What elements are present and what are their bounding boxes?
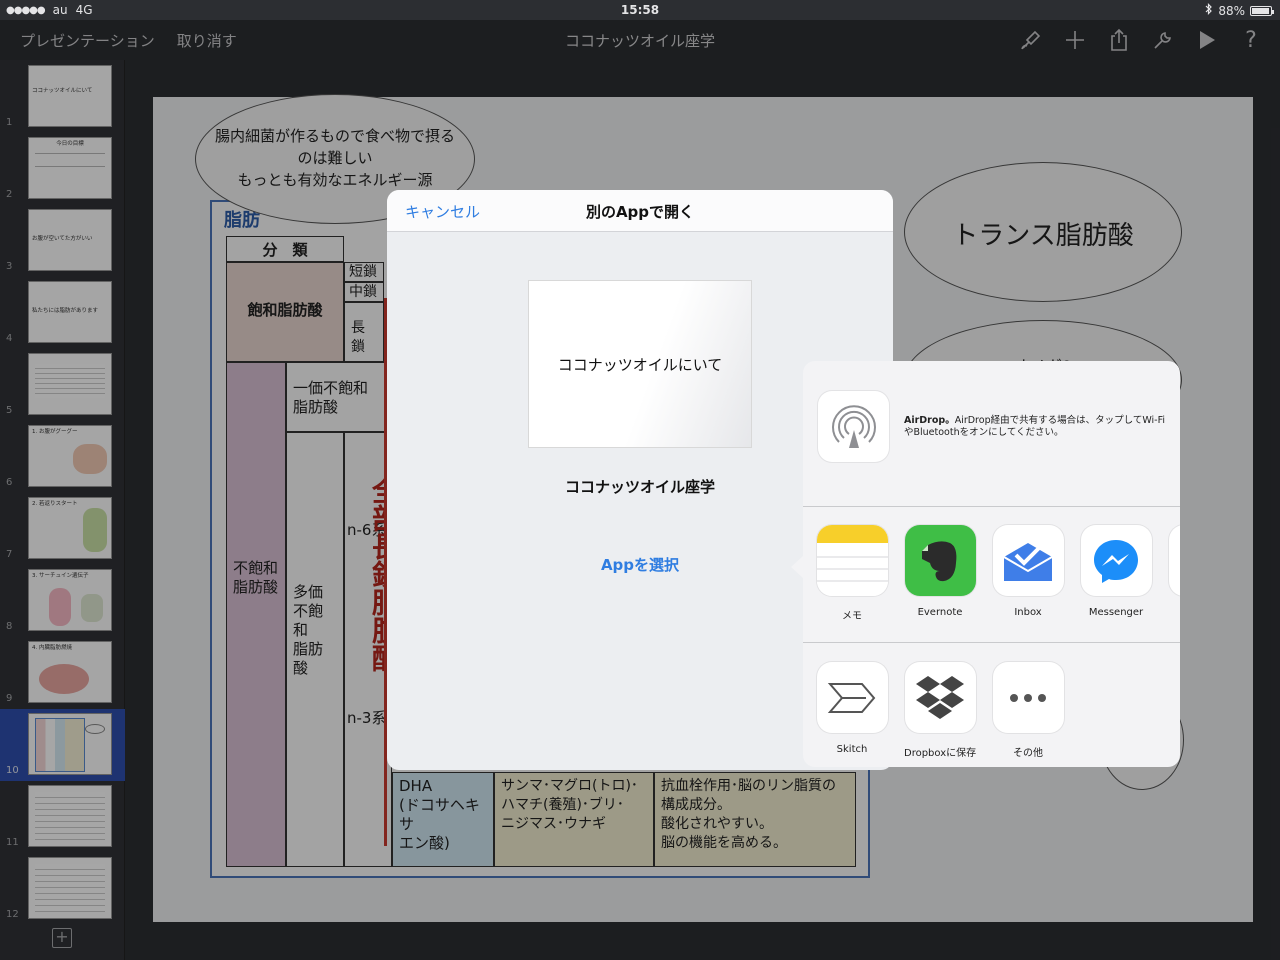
app-label: その他 xyxy=(1013,748,1043,759)
airdrop-description: AirDrop。AirDrop経由で共有する場合は、タップしてWi-FiやBlu… xyxy=(904,415,1170,439)
messenger-icon xyxy=(1080,525,1152,596)
preview-text: ココナッツオイルにいて xyxy=(557,355,723,374)
clock: 15:58 xyxy=(620,3,660,17)
dropbox-icon xyxy=(904,662,976,733)
battery-icon xyxy=(1250,5,1274,16)
skitch-icon xyxy=(816,662,888,733)
airdrop-icon[interactable] xyxy=(818,391,889,462)
app-label: Messenger xyxy=(1088,607,1144,618)
popover-divider xyxy=(803,642,1180,643)
action-skitch[interactable]: Skitch xyxy=(816,662,888,755)
airdrop-title: AirDrop。 xyxy=(904,415,955,426)
status-bar: ●●●●● au 4G 15:58 88% xyxy=(0,0,1280,20)
action-dropbox[interactable]: Dropboxに保存 xyxy=(904,662,976,759)
app-evernote[interactable]: Evernote xyxy=(904,525,976,618)
more-icon xyxy=(992,662,1064,733)
app-label: Inbox xyxy=(1014,607,1042,618)
evernote-icon xyxy=(904,525,976,596)
sheet-header: キャンセル 別のAppで開く xyxy=(387,190,893,232)
app-label: Evernote xyxy=(917,607,963,618)
partial-app-icon xyxy=(1168,525,1180,596)
app-label: Dropboxに保存 xyxy=(904,748,977,759)
notes-icon xyxy=(816,525,888,596)
document-preview: ココナッツオイルにいて xyxy=(528,280,752,448)
app-partial[interactable]: G xyxy=(1168,525,1180,618)
app-label: Skitch xyxy=(836,744,868,755)
app-notes[interactable]: メモ xyxy=(816,525,888,622)
share-popover: AirDrop。AirDrop経由で共有する場合は、タップしてWi-FiやBlu… xyxy=(803,361,1180,767)
keynote-app: ●●●●● au 4G 15:58 88% プレゼンテーション 取り消す ココナ… xyxy=(0,0,1280,960)
popover-divider xyxy=(803,506,1180,507)
bluetooth-icon xyxy=(1205,3,1213,18)
app-label: メモ xyxy=(842,611,862,622)
action-more[interactable]: その他 xyxy=(992,662,1064,759)
app-inbox[interactable]: Inbox xyxy=(992,525,1064,618)
app-messenger[interactable]: Messenger xyxy=(1080,525,1152,618)
battery-percent: 88% xyxy=(1218,3,1245,18)
sheet-title: 別のAppで開く xyxy=(585,203,695,221)
app-label: G xyxy=(1168,607,1180,618)
inbox-icon xyxy=(992,525,1064,596)
